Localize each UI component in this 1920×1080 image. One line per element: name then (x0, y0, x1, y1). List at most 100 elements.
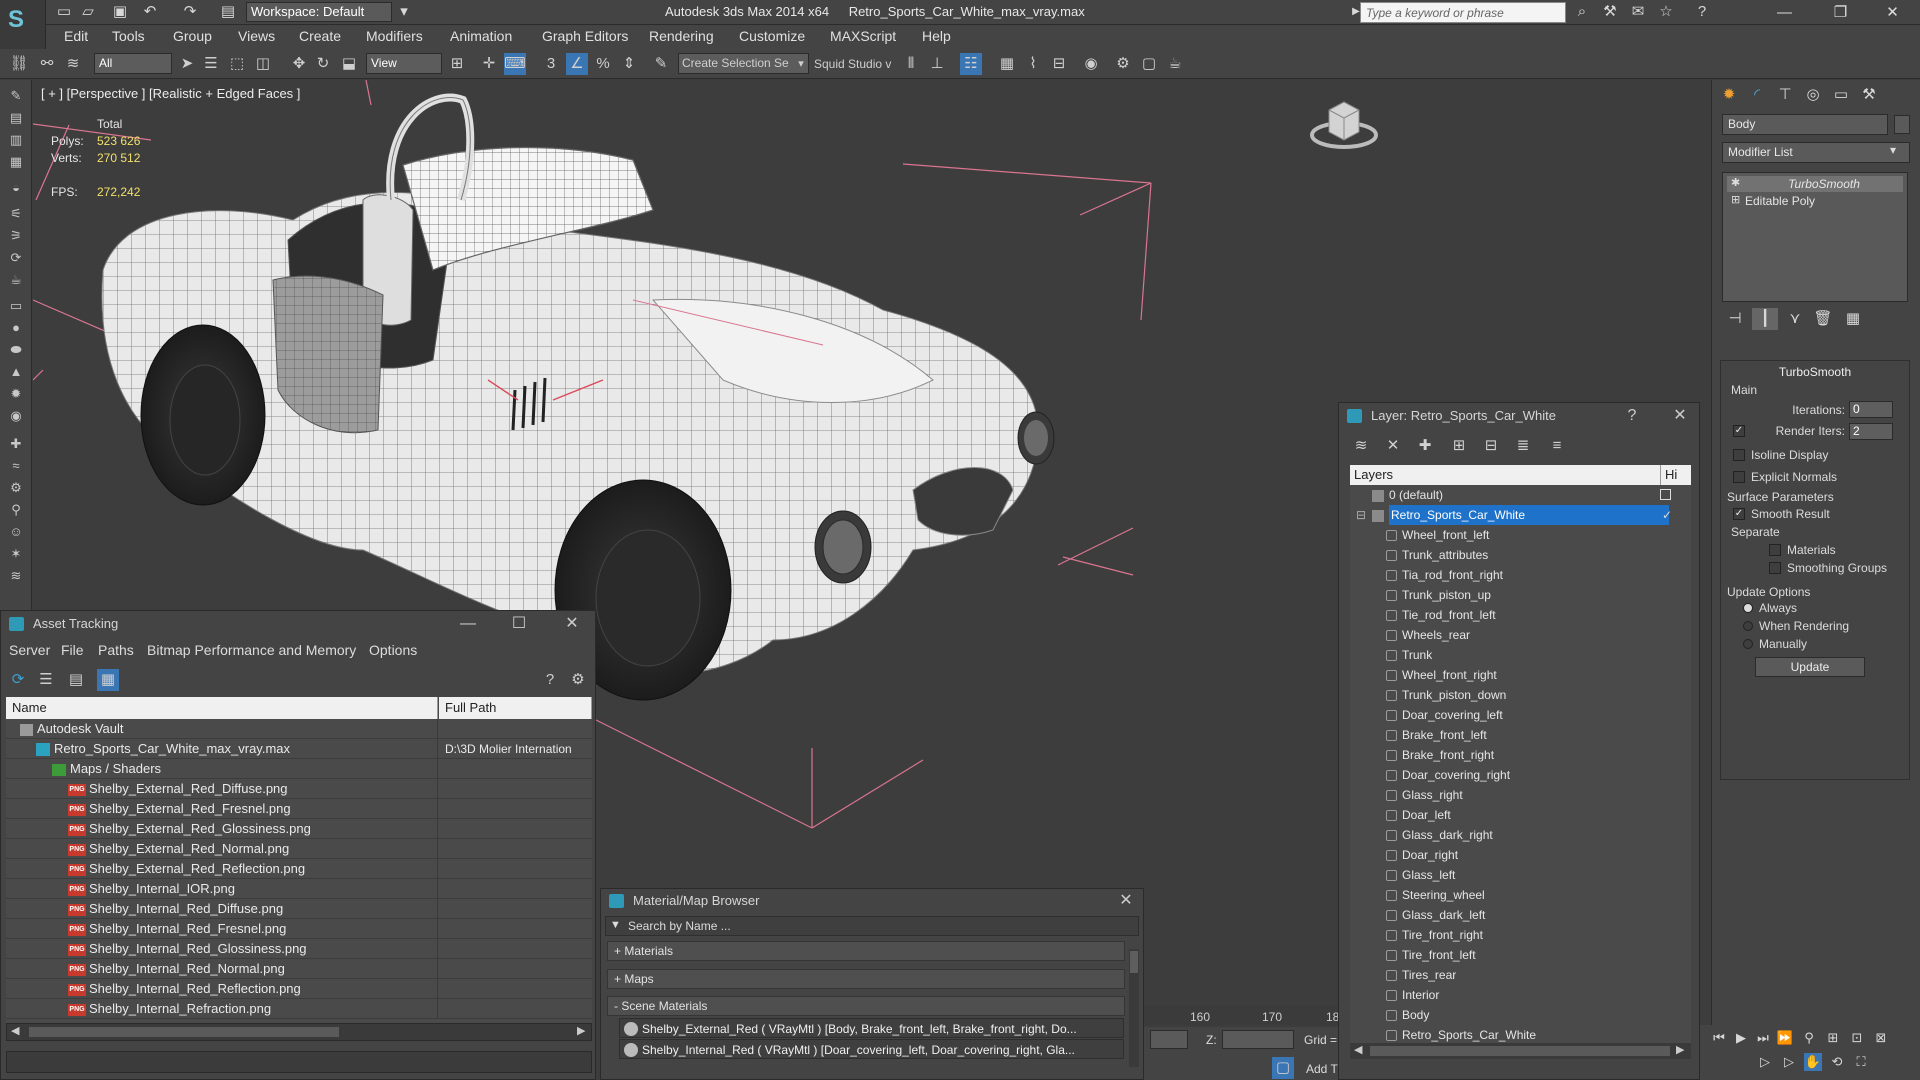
workspace-dropdown[interactable]: Workspace: Default (246, 2, 392, 22)
timeline-track[interactable] (1144, 1005, 1338, 1025)
material-item-internal-red[interactable]: Shelby_Internal_Red ( VRayMtl ) [Doar_co… (619, 1039, 1124, 1059)
new-file-icon[interactable]: ▭ (54, 2, 74, 22)
stack-item-editable-poly[interactable]: Editable Poly (1727, 193, 1903, 209)
scroll-left-icon[interactable]: ◀ (11, 1024, 19, 1037)
y-coordinate-field[interactable] (1150, 1030, 1188, 1049)
spacewarp-icon[interactable]: ≈ (6, 458, 26, 476)
layer-row-active[interactable]: ⊟ Retro_Sports_Car_White ✓ (1350, 505, 1691, 525)
list-item[interactable]: Brake_front_right (1350, 745, 1691, 765)
reference-coordinate-dropdown[interactable]: View (366, 53, 442, 74)
sort-icon[interactable]: ⟳ (6, 250, 26, 268)
turbosmooth-rollout-title[interactable]: TurboSmooth (1721, 365, 1909, 379)
render-production-icon[interactable]: ☕ (1164, 53, 1186, 75)
pan-hand-icon[interactable]: ✋ (1804, 1053, 1822, 1071)
iterations-spinner[interactable]: 0 (1849, 401, 1893, 418)
communication-icon[interactable]: ✉ (1628, 2, 1648, 22)
table-row[interactable]: PNG Shelby_Internal_Red_Reflection.png (6, 979, 592, 999)
object-name-input[interactable]: Body (1722, 114, 1888, 135)
update-button[interactable]: Update (1755, 657, 1865, 677)
rendered-frame-window-icon[interactable]: ▢ (1138, 53, 1160, 75)
list-item[interactable]: Body (1350, 1005, 1691, 1025)
table-row[interactable]: PNG Shelby_External_Red_Reflection.png (6, 859, 592, 879)
layer-scroll-left-icon[interactable]: ◀ (1354, 1043, 1362, 1056)
layer-scroll-thumb[interactable] (1370, 1046, 1670, 1056)
layer-manager-icon[interactable]: ≋ (1349, 435, 1373, 457)
table-view-icon[interactable]: ▦ (97, 669, 119, 691)
asset-menu-options[interactable]: Options (369, 642, 417, 658)
populate-icon[interactable]: ▦ (6, 154, 26, 172)
zoom-icon[interactable]: ⚲ (1800, 1029, 1818, 1047)
table-row[interactable]: PNG Shelby_Internal_Refraction.png (6, 999, 592, 1019)
next-frame-icon[interactable]: ⏭ (1754, 1029, 1772, 1047)
select-objects-in-layer-icon[interactable]: ⊟ (1479, 435, 1503, 457)
table-row[interactable]: Autodesk Vault (6, 719, 592, 739)
layer-scroll-right-icon[interactable]: ▶ (1676, 1043, 1684, 1056)
save-icon[interactable]: ▣ (110, 2, 130, 22)
cone-icon[interactable]: ▲ (6, 364, 26, 382)
motion-tab-icon[interactable]: ◎ (1800, 84, 1826, 106)
menu-animation[interactable]: Animation (450, 28, 512, 44)
orbit-icon[interactable]: ⟲ (1828, 1053, 1846, 1071)
favorites-star-icon[interactable]: ☆ (1656, 2, 1676, 22)
menu-maxscript[interactable]: MAXScript (830, 28, 896, 44)
asset-menu-server[interactable]: Server (9, 642, 50, 658)
asset-help-icon[interactable]: ? (539, 669, 561, 691)
object-color-swatch[interactable] (1894, 115, 1910, 134)
table-row[interactable]: PNG Shelby_External_Red_Normal.png (6, 839, 592, 859)
list-item[interactable]: Interior (1350, 985, 1691, 1005)
scroll-thumb[interactable] (29, 1027, 339, 1037)
tree-view-icon[interactable]: ▤ (65, 669, 87, 691)
render-iters-checkbox[interactable]: ✓ (1733, 425, 1745, 437)
bind-spacewarp-icon[interactable]: ≋ (62, 53, 84, 75)
cylinder-icon[interactable]: ⬬ (6, 342, 26, 360)
table-row[interactable]: PNG Shelby_External_Red_Diffuse.png (6, 779, 592, 799)
list-item[interactable]: Doar_left (1350, 805, 1691, 825)
list-item[interactable]: Wheels_rear (1350, 625, 1691, 645)
asset-menu-bitmap[interactable]: Bitmap Performance and Memory (147, 642, 356, 658)
list-item[interactable]: Glass_dark_right (1350, 825, 1691, 845)
lightbulb-icon[interactable]: ✱ (1731, 176, 1740, 189)
create-tab-icon[interactable]: ✹ (1716, 84, 1742, 106)
move-icon[interactable]: ✥ (288, 53, 310, 75)
rotate-icon[interactable]: ↻ (312, 53, 334, 75)
viewcube[interactable] (1310, 101, 1378, 149)
list-item[interactable]: Wheel_front_right (1350, 665, 1691, 685)
add-time-tag-label[interactable]: Add T (1306, 1062, 1338, 1076)
table-row[interactable]: PNG Shelby_External_Red_Fresnel.png (6, 799, 592, 819)
hide-all-layers-icon[interactable]: ≡ (1545, 435, 1569, 457)
mirror-icon[interactable]: ⫴ (900, 53, 922, 75)
column-header-layers[interactable]: Layers (1354, 465, 1393, 485)
list-item[interactable]: Tire_front_left (1350, 945, 1691, 965)
display-tab-icon[interactable]: ▭ (1828, 84, 1854, 106)
menu-views[interactable]: Views (238, 28, 275, 44)
edit-named-selection-icon[interactable]: ✎ (650, 53, 672, 75)
asset-settings-icon[interactable]: ⚙ (567, 669, 589, 691)
hair-icon[interactable]: ≋ (6, 568, 26, 586)
squid-studio-label[interactable]: Squid Studio v (814, 57, 891, 71)
render-iters-spinner[interactable]: 2 (1849, 423, 1893, 440)
table-row[interactable]: PNG Shelby_Internal_IOR.png (6, 879, 592, 899)
restore-button[interactable]: ❐ (1818, 0, 1863, 25)
update-when-rendering-radio[interactable] (1743, 621, 1753, 631)
redo-icon[interactable]: ↷ (180, 2, 200, 22)
modify-tab-icon[interactable]: ◜ (1744, 84, 1770, 106)
column-header-name[interactable]: Name (6, 697, 438, 719)
list-item[interactable]: Doar_covering_right (1350, 765, 1691, 785)
maximize-viewport-icon[interactable]: ⛶ (1852, 1053, 1870, 1071)
open-file-icon[interactable]: ▱ (78, 2, 98, 22)
hierarchy-tab-icon[interactable]: ⊤ (1772, 84, 1798, 106)
section-materials[interactable]: + Materials (607, 941, 1125, 961)
list-item[interactable]: Retro_Sports_Car_White (1350, 1025, 1691, 1045)
asset-minimize-button[interactable]: — (453, 611, 483, 637)
section-scene-materials[interactable]: - Scene Materials (607, 996, 1125, 1016)
schematic-view-icon[interactable]: ⊟ (1048, 53, 1070, 75)
go-to-start-icon[interactable]: ⏮ (1710, 1029, 1728, 1047)
render-setup-icon[interactable]: ⚙ (1112, 53, 1134, 75)
menu-edit[interactable]: Edit (64, 28, 88, 44)
list-item[interactable]: Doar_covering_left (1350, 705, 1691, 725)
scale-icon[interactable]: ⬓ (338, 53, 360, 75)
bone-icon[interactable]: ⚲ (6, 502, 26, 520)
utilities-tab-icon[interactable]: ⚒ (1856, 84, 1882, 106)
helper-icon[interactable]: ✚ (6, 436, 26, 454)
percent-snap-icon[interactable]: % (592, 53, 614, 75)
